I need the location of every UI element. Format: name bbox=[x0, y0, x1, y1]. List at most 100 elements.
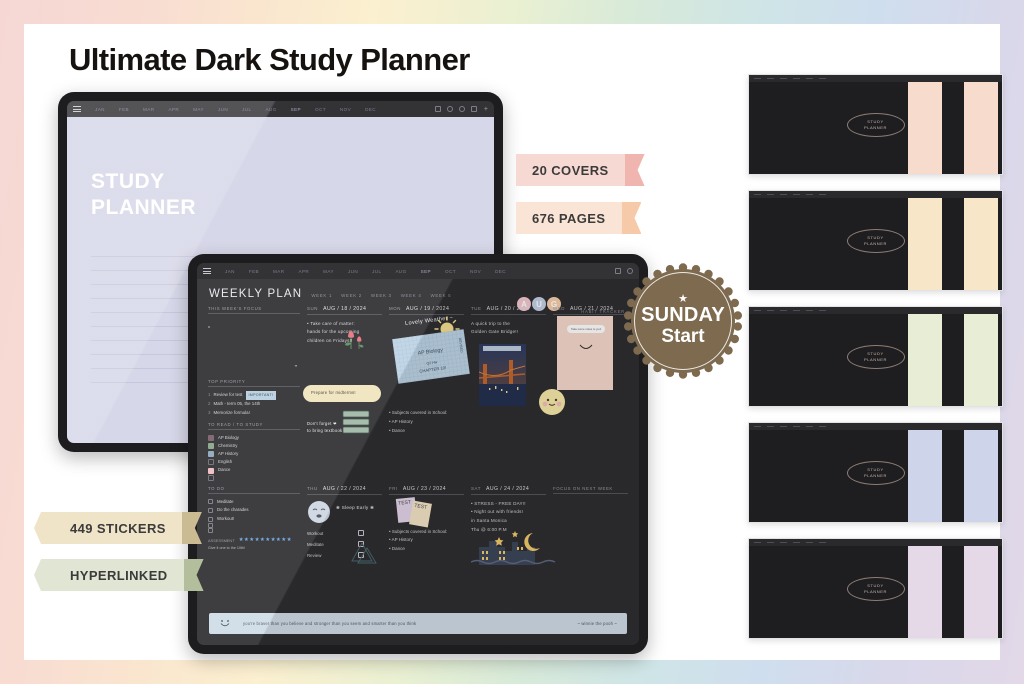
cover-thumbnail-periwinkle[interactable]: STUDY PLANNER bbox=[748, 422, 1003, 523]
month-tab-dec[interactable]: DEC bbox=[488, 269, 513, 274]
subject-label-ap-history: AP History bbox=[218, 451, 239, 457]
priority-text-1: Review for test bbox=[213, 392, 243, 398]
subject-item-dance[interactable]: Dance bbox=[208, 466, 300, 474]
menu-icon[interactable] bbox=[203, 268, 211, 274]
todo-checkbox-3[interactable] bbox=[208, 516, 213, 522]
day-date-wed: AUG / 21 / 2024 bbox=[570, 306, 614, 312]
mon-extra-panel: Prepare for midterms! Don't forget ❤ to … bbox=[303, 379, 382, 481]
next-week-column: FOCUS ON NEXT WEEK bbox=[553, 486, 628, 561]
month-tab-oct[interactable]: OCT bbox=[438, 269, 463, 274]
priority-item-2[interactable]: 2 Math - term 05, the 14th bbox=[208, 400, 300, 409]
cover-accent-bar-2 bbox=[964, 198, 998, 290]
month-tab-aug[interactable]: AUG bbox=[258, 107, 283, 112]
cover-thumbnail-green[interactable]: STUDY PLANNER bbox=[748, 306, 1003, 407]
week-tab-1[interactable]: WEEK 1 bbox=[311, 293, 332, 300]
subject-item-ap-biology[interactable]: AP Biology bbox=[208, 434, 300, 442]
month-tab-may[interactable]: MAY bbox=[186, 107, 211, 112]
month-tab-jul[interactable]: JUL bbox=[365, 269, 388, 274]
cover-thumbnail-lilac[interactable]: STUDY PLANNER bbox=[748, 538, 1003, 639]
todo-checkbox-5[interactable] bbox=[208, 528, 213, 534]
priority-item-3[interactable]: 3 Memorize formula! bbox=[208, 409, 300, 418]
subject-item-english[interactable]: English bbox=[208, 458, 300, 466]
week-tab-4[interactable]: WEEK 4 bbox=[401, 293, 422, 300]
subject-item-ap-history[interactable]: AP History bbox=[208, 450, 300, 458]
cover-thumbnail-list: STUDY PLANNER STUDY PLANNER STUDY PLANNE… bbox=[748, 74, 1003, 654]
week-tab-2[interactable]: WEEK 2 bbox=[341, 293, 362, 300]
month-tab-may[interactable]: MAY bbox=[316, 269, 341, 274]
wed-extra-panel bbox=[539, 379, 628, 481]
ribbon-pages-tail bbox=[621, 202, 642, 234]
clock-icon[interactable] bbox=[446, 106, 453, 112]
day-column-sun: SUN AUG / 18 / 2024 • Take care of matte… bbox=[307, 306, 382, 372]
poster-canvas: Ultimate Dark Study Planner JAN FEB MAR … bbox=[24, 24, 1003, 660]
month-tab-nov[interactable]: NOV bbox=[333, 107, 358, 112]
month-tab-apr[interactable]: APR bbox=[161, 107, 186, 112]
month-tab-feb[interactable]: FEB bbox=[112, 107, 136, 112]
priority-text-2: Math - term 05, the 14th bbox=[213, 401, 261, 407]
priority-item-1[interactable]: 1 Review for test IMPORTANT! bbox=[208, 391, 300, 401]
month-tab-oct[interactable]: OCT bbox=[308, 107, 333, 112]
quote-banner-text: you're braver than you believe and stron… bbox=[243, 621, 417, 626]
month-tab-aug[interactable]: AUG bbox=[388, 269, 413, 274]
day-date-sat: AUG / 24 / 2024 bbox=[486, 485, 530, 492]
weekly-grid-row-2: TOP PRIORITY 1 Review for test IMPORTANT… bbox=[197, 379, 639, 481]
ribbon-covers-label: 20 COVERS bbox=[516, 154, 625, 186]
month-tab-sep[interactable]: SEP bbox=[284, 107, 308, 112]
subject-item-chemistry[interactable]: Chemistry bbox=[208, 442, 300, 450]
plus-icon[interactable]: + bbox=[484, 106, 488, 113]
day-column-tue: TUE AUG / 20 / 2024 A quick trip to the … bbox=[471, 306, 546, 406]
month-tab-jul[interactable]: JUL bbox=[235, 107, 258, 112]
priority-number-3: 3 bbox=[208, 410, 211, 415]
thu-check-1[interactable]: Workout bbox=[307, 528, 364, 539]
menu-icon[interactable] bbox=[73, 106, 81, 112]
todo-checkbox-1[interactable] bbox=[208, 499, 213, 505]
cover-thumbnail-pink[interactable]: STUDY PLANNER bbox=[748, 74, 1003, 175]
thu-content: ❀ Sleep Early ❀ bbox=[307, 500, 382, 524]
priority-study-panel: TOP PRIORITY 1 Review for test IMPORTANT… bbox=[208, 379, 300, 481]
thu-checkbox-1[interactable] bbox=[358, 530, 364, 537]
save-icon[interactable] bbox=[434, 106, 441, 112]
focus-quote-box[interactable]: “ ” bbox=[208, 318, 300, 372]
priority-tag-1: IMPORTANT! bbox=[245, 391, 277, 401]
month-tab-feb[interactable]: FEB bbox=[242, 269, 266, 274]
books-note-line-2: to bring textbook bbox=[307, 427, 343, 433]
assessment-stars[interactable]: ★★★★★★★★★★ bbox=[239, 535, 292, 546]
ribbon-stickers-tail-left bbox=[34, 512, 54, 544]
day-note-tue[interactable]: A quick trip to the Golden Gate Bridge!! bbox=[471, 320, 546, 337]
save-icon[interactable] bbox=[615, 268, 621, 274]
month-tab-nov[interactable]: NOV bbox=[463, 269, 488, 274]
quote-banner-author: ~ winnie the pooh ~ bbox=[577, 621, 617, 626]
week-tab-5[interactable]: WEEK 5 bbox=[431, 293, 452, 300]
month-tab-apr[interactable]: APR bbox=[291, 269, 316, 274]
cover-toolbar bbox=[749, 539, 1002, 546]
todo-item-2[interactable]: Do the charades bbox=[208, 506, 300, 515]
month-tab-mar[interactable]: MAR bbox=[266, 269, 291, 274]
bookmark-icon[interactable] bbox=[470, 106, 477, 112]
month-tab-jun[interactable]: JUN bbox=[341, 269, 365, 274]
month-tab-jun[interactable]: JUN bbox=[211, 107, 235, 112]
blob-note-text: Prepare for midterms! bbox=[311, 390, 356, 395]
month-tab-dec[interactable]: DEC bbox=[358, 107, 383, 112]
subject-label-ap-biology: AP Biology bbox=[218, 434, 239, 440]
todo-item-5[interactable] bbox=[208, 528, 300, 534]
night-city-sticker bbox=[471, 530, 556, 565]
ribbon-stickers-label: 449 STICKERS bbox=[54, 512, 182, 544]
monday-bullet-1: • Subjects covered in School: bbox=[389, 410, 448, 415]
subject-swatch-dance bbox=[208, 467, 214, 474]
ribbon-hyperlinked-tail bbox=[183, 559, 204, 591]
mon-bullets-panel: • Subjects covered in School: • AP Histo… bbox=[389, 379, 464, 481]
info-icon[interactable] bbox=[458, 106, 465, 112]
week-tab-3[interactable]: WEEK 3 bbox=[371, 293, 392, 300]
month-tab-sep[interactable]: SEP bbox=[414, 269, 438, 274]
subject-item-empty[interactable] bbox=[208, 474, 300, 481]
todo-item-1[interactable]: Meditate bbox=[208, 498, 300, 507]
cover-thumbnail-cream[interactable]: STUDY PLANNER bbox=[748, 190, 1003, 291]
todo-item-3[interactable]: Workout! bbox=[208, 515, 300, 524]
month-tab-mar[interactable]: MAR bbox=[136, 107, 161, 112]
todo-checkbox-2[interactable] bbox=[208, 507, 213, 513]
month-tab-jan[interactable]: JAN bbox=[218, 269, 242, 274]
ap-biology-note-card[interactable]: AP Biology Q2 Hw CHAPTER 10! REVISED bbox=[392, 329, 470, 384]
month-tab-jan[interactable]: JAN bbox=[88, 107, 112, 112]
fri-bullet-3: • Dance bbox=[389, 546, 405, 552]
page-title: Ultimate Dark Study Planner bbox=[69, 42, 470, 77]
